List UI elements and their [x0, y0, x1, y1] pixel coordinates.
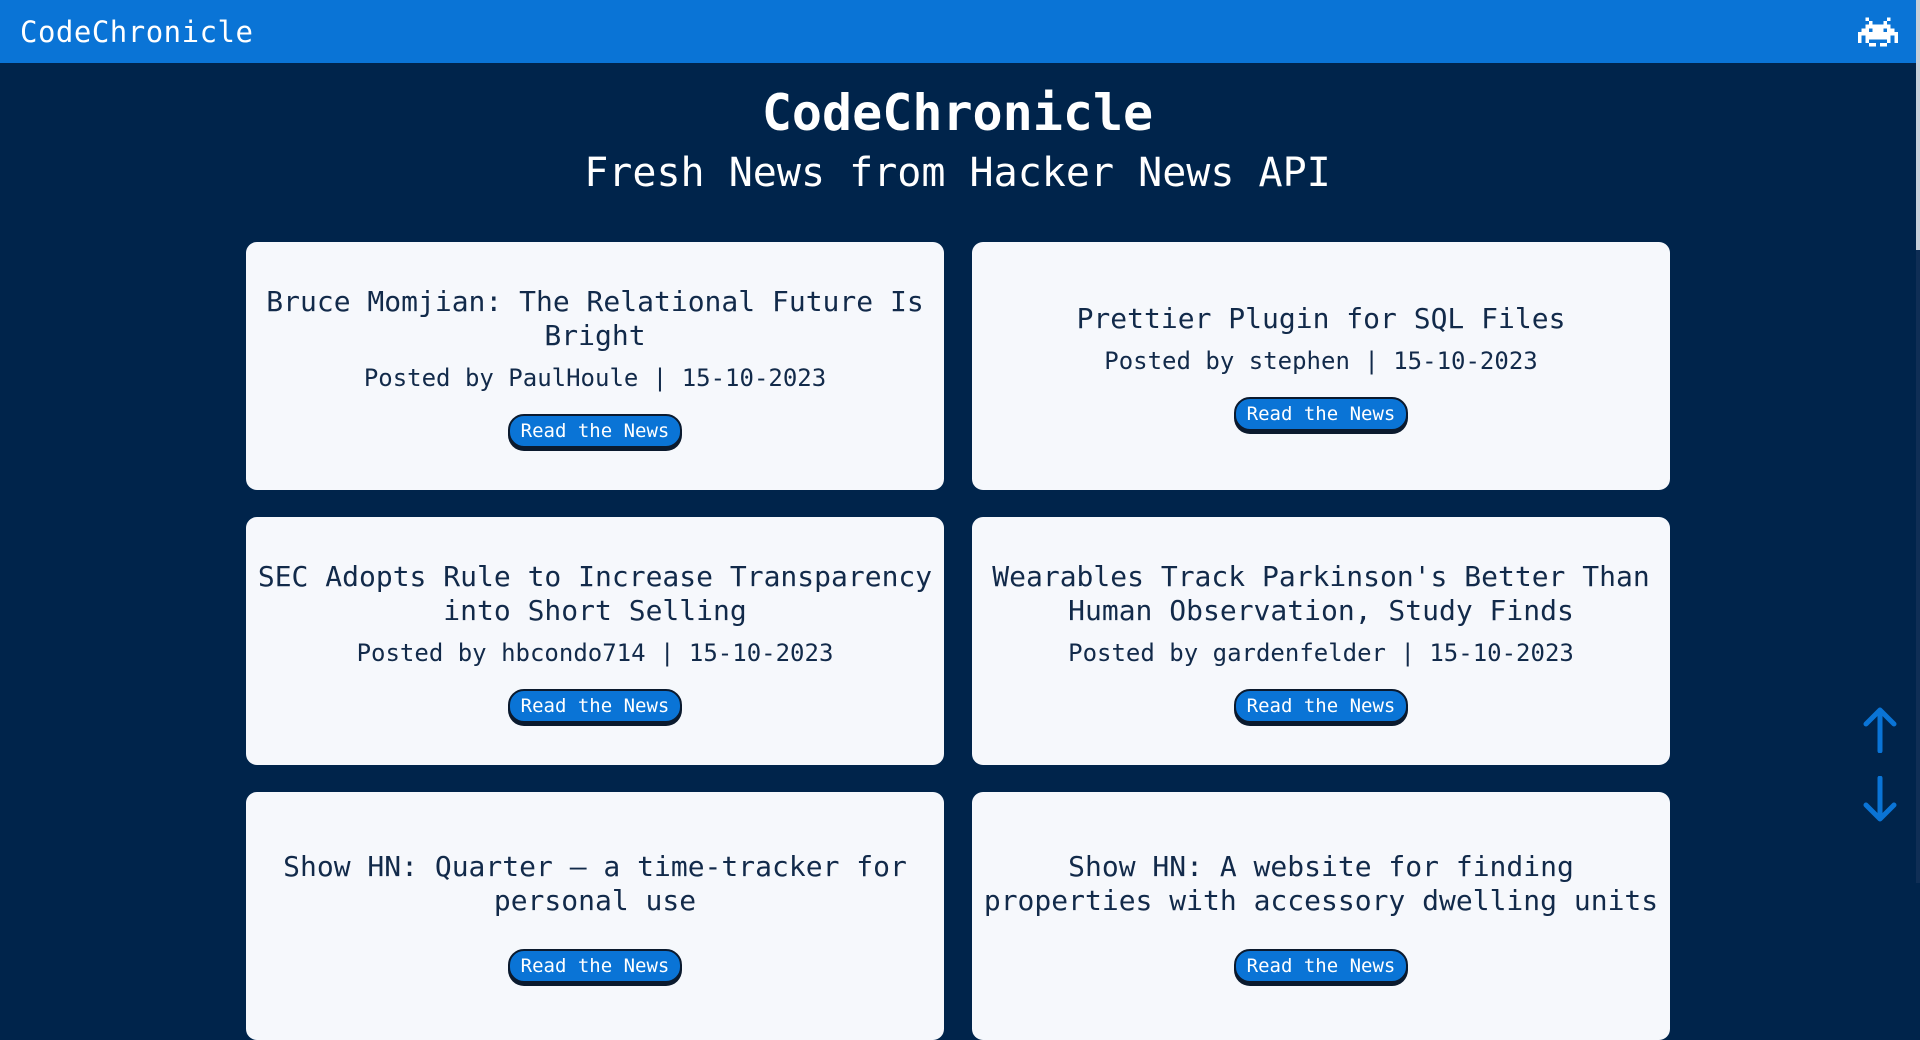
read-news-button[interactable]: Read the News — [507, 948, 683, 983]
arrow-down-icon[interactable] — [1862, 776, 1898, 822]
news-meta: Posted by stephen | 15-10-2023 — [1104, 346, 1538, 375]
news-title: Bruce Momjian: The Relational Future Is … — [266, 284, 924, 352]
arrow-up-icon[interactable] — [1862, 707, 1898, 753]
page-subtitle: Fresh News from Hacker News API — [584, 150, 1331, 196]
news-title: Show HN: Quarter – a time-tracker for pe… — [283, 849, 907, 917]
hero-section: CodeChronicle Fresh News from Hacker New… — [0, 80, 1915, 200]
news-card: SEC Adopts Rule to Increase Transparency… — [246, 517, 944, 765]
news-meta: Posted by gardenfelder | 15-10-2023 — [1068, 638, 1574, 667]
page-scrollbar[interactable] — [1916, 0, 1920, 883]
space-invader-icon[interactable] — [1858, 16, 1898, 48]
brand-link[interactable]: CodeChronicle — [20, 15, 253, 49]
page-title: CodeChronicle — [761, 84, 1154, 142]
read-news-button[interactable]: Read the News — [507, 413, 683, 448]
read-news-button[interactable]: Read the News — [507, 688, 683, 723]
news-meta: Posted by PaulHoule | 15-10-2023 — [363, 363, 827, 392]
news-grid: Bruce Momjian: The Relational Future Is … — [246, 242, 1670, 1040]
news-card: Prettier Plugin for SQL Files Posted by … — [972, 242, 1670, 490]
news-title: Prettier Plugin for SQL Files — [1076, 301, 1566, 335]
news-title: Wearables Track Parkinson's Better Than … — [992, 559, 1650, 627]
news-title: Show HN: A website for finding propertie… — [983, 849, 1659, 917]
top-navbar: CodeChronicle — [0, 0, 1920, 63]
read-news-button[interactable]: Read the News — [1233, 688, 1409, 723]
scrollbar-thumb[interactable] — [1916, 0, 1920, 250]
news-title: SEC Adopts Rule to Increase Transparency… — [257, 559, 933, 627]
read-news-button[interactable]: Read the News — [1233, 396, 1409, 431]
news-meta: Posted by hbcondo714 | 15-10-2023 — [356, 638, 834, 667]
news-card: Show HN: A website for finding propertie… — [972, 792, 1670, 1040]
news-card: Bruce Momjian: The Relational Future Is … — [246, 242, 944, 490]
news-card: Show HN: Quarter – a time-tracker for pe… — [246, 792, 944, 1040]
read-news-button[interactable]: Read the News — [1233, 948, 1409, 983]
news-card: Wearables Track Parkinson's Better Than … — [972, 517, 1670, 765]
